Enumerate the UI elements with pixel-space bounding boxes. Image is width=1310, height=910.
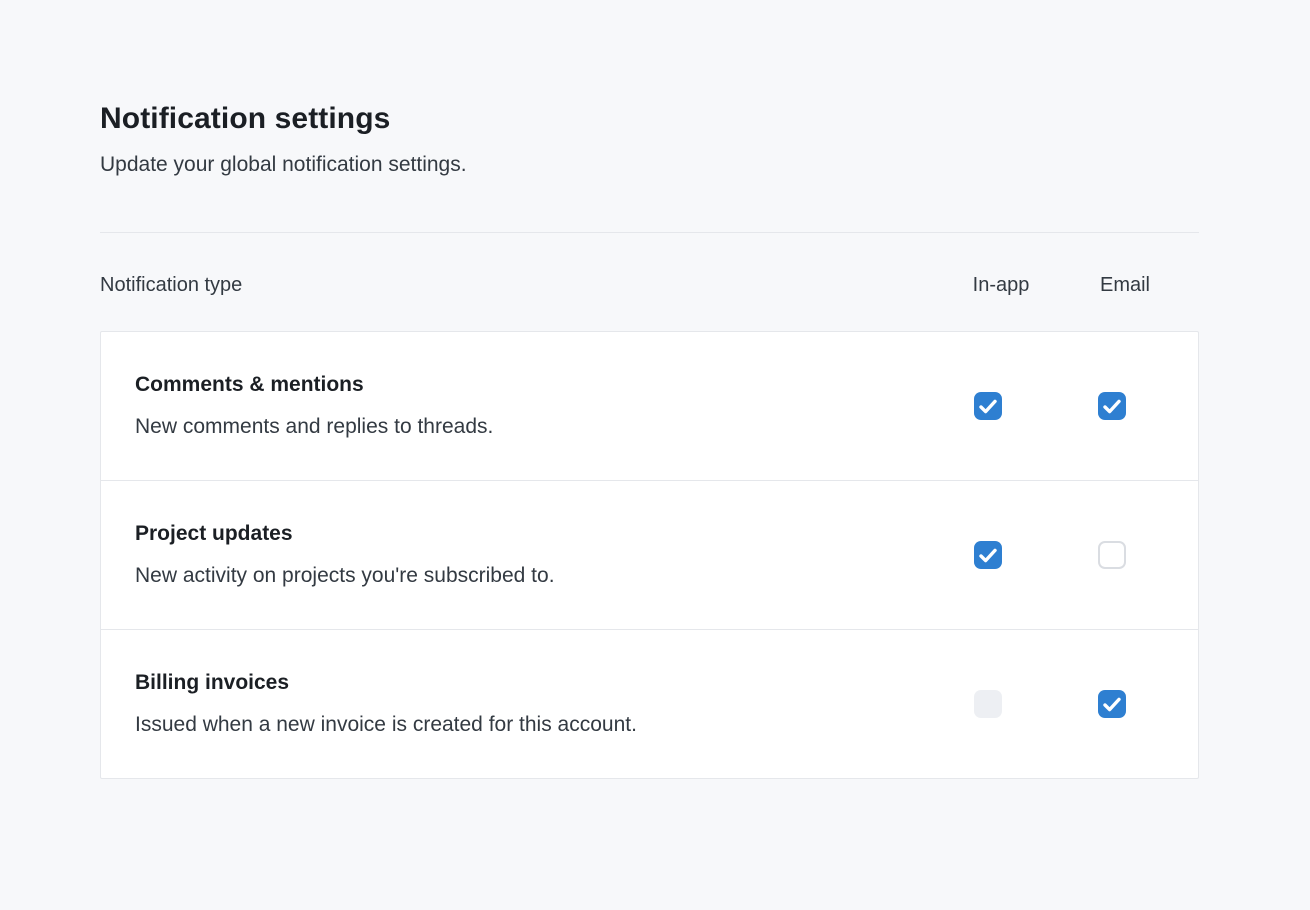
email-checkbox[interactable] <box>1098 541 1126 569</box>
in-app-checkbox[interactable] <box>974 541 1002 569</box>
email-checkbox[interactable] <box>1098 690 1126 718</box>
in-app-column <box>926 541 1050 569</box>
checkmark-icon <box>979 399 997 414</box>
notification-table: Comments & mentions New comments and rep… <box>100 331 1199 779</box>
checkmark-icon <box>1103 399 1121 414</box>
notification-row-title: Comments & mentions <box>135 370 906 400</box>
notification-type-column-header: Notification type <box>100 271 939 299</box>
notification-row-text: Project updates New activity on projects… <box>101 481 926 629</box>
notification-row-description: New activity on projects you're subscrib… <box>135 561 906 591</box>
email-checkbox[interactable] <box>1098 392 1126 420</box>
in-app-checkbox[interactable] <box>974 392 1002 420</box>
checkmark-icon <box>979 548 997 563</box>
notification-row-title: Project updates <box>135 519 906 549</box>
in-app-column <box>926 690 1050 718</box>
page-title: Notification settings <box>100 100 1199 138</box>
notification-row: Project updates New activity on projects… <box>101 480 1198 629</box>
notification-row-title: Billing invoices <box>135 668 906 698</box>
notification-row-description: Issued when a new invoice is created for… <box>135 710 906 740</box>
notification-row-description: New comments and replies to threads. <box>135 412 906 442</box>
email-column-header: Email <box>1063 271 1187 299</box>
notification-row-text: Billing invoices Issued when a new invoi… <box>101 630 926 778</box>
checkmark-icon <box>1103 697 1121 712</box>
email-column <box>1050 690 1174 718</box>
notification-row: Billing invoices Issued when a new invoi… <box>101 629 1198 778</box>
notification-row: Comments & mentions New comments and rep… <box>101 332 1198 480</box>
in-app-column <box>926 392 1050 420</box>
email-column <box>1050 541 1174 569</box>
in-app-checkbox <box>974 690 1002 718</box>
section-divider <box>100 232 1199 233</box>
page-subtitle: Update your global notification settings… <box>100 150 1199 180</box>
email-column <box>1050 392 1174 420</box>
notification-settings-page: Notification settings Update your global… <box>0 0 1310 779</box>
table-header: Notification type In-app Email <box>100 271 1199 299</box>
notification-row-text: Comments & mentions New comments and rep… <box>101 332 926 480</box>
in-app-column-header: In-app <box>939 271 1063 299</box>
